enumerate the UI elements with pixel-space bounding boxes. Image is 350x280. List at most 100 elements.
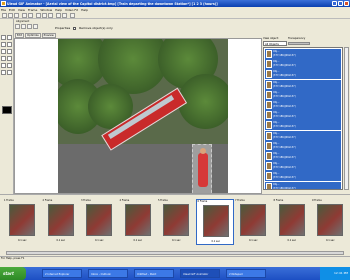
object-info: (377,186)(66x137) (273, 54, 296, 57)
transparency-slider[interactable] (288, 42, 310, 45)
taskbar-item[interactable]: 2 Internet Explorer (42, 269, 82, 278)
object-info: (377,186)(66x137) (273, 74, 296, 78)
object-list-item[interactable]: Obj... (377,186)(66x137) (265, 151, 341, 161)
object-thumbnail (266, 60, 272, 69)
object-info: (377,186)(66x137) (273, 105, 296, 108)
remove-object-checkbox[interactable] (73, 26, 77, 30)
object-list-item[interactable]: Obj... (377,186)(66x137) (265, 130, 341, 141)
object-list-item[interactable]: Obj... (377,186)(66x137) (265, 89, 341, 100)
object-list-item[interactable]: Obj... (377,186)(66x137) (265, 110, 341, 121)
frame-duration[interactable]: 0.1 sec (326, 239, 335, 242)
taskbar-item[interactable]: 2 Notepad (226, 269, 266, 278)
new-icon[interactable] (2, 13, 7, 18)
align-center-icon[interactable] (21, 24, 26, 29)
save-icon[interactable] (14, 13, 19, 18)
object-list-item[interactable]: Obj... (377,186)(66x137) (265, 49, 341, 59)
object-info: (377,186)(66x137) (273, 84, 296, 88)
cut-icon[interactable] (36, 13, 41, 18)
object-list[interactable]: Obj... (377,186)(66x137) Obj... (377,186)(6… (263, 47, 343, 190)
object-thumbnail (266, 111, 272, 120)
frame-thumbnail[interactable]: 2 Frame 0.1 sec (42, 199, 80, 245)
start-button[interactable]: start (0, 267, 26, 280)
text-tool-icon[interactable] (7, 56, 12, 61)
frame-thumbnail[interactable]: 9 Frame 0.1 sec (311, 199, 349, 245)
menu-edit[interactable]: Edit (9, 8, 15, 12)
taskbar-item[interactable]: Ulead GIF Animator (180, 269, 220, 278)
frame-label: 6 Frame (197, 200, 208, 203)
frame-duration[interactable]: 0.1 sec (288, 239, 297, 242)
menu-frame[interactable]: Frame (28, 8, 37, 12)
frame-image (202, 205, 229, 237)
align-top-icon[interactable] (33, 24, 38, 29)
object-list-item[interactable]: Obj... (377,186)(66x137) (265, 69, 341, 80)
taskbar-item[interactable]: Inbox - Outlook (88, 269, 128, 278)
frame-image (86, 204, 112, 236)
canvas-area[interactable] (14, 38, 262, 194)
lasso-icon[interactable] (1, 42, 6, 47)
frame-image (58, 39, 228, 193)
video-icon[interactable] (56, 13, 61, 18)
object-name: Obj... (273, 162, 280, 166)
frame-duration[interactable]: 0.1 sec (172, 239, 181, 242)
object-list-item[interactable]: Obj... (377,186)(66x137) (265, 140, 341, 151)
brush-icon[interactable] (1, 49, 6, 54)
properties-label[interactable]: Properties (55, 26, 70, 30)
redo-icon[interactable] (28, 13, 33, 18)
play-icon[interactable] (70, 13, 75, 18)
taskbar-item[interactable]: Untitled - Paint (134, 269, 174, 278)
frame-icon[interactable] (62, 13, 67, 18)
frame-thumbnail[interactable]: 4 Frame 0.1 sec (119, 199, 157, 245)
menu-help-2[interactable]: Help (81, 8, 88, 12)
frame-thumbnail[interactable]: 6 Frame 0.1 sec (195, 199, 234, 245)
hand-icon[interactable] (7, 63, 12, 68)
paste-icon[interactable] (48, 13, 53, 18)
align-right-icon[interactable] (27, 24, 32, 29)
menu-file[interactable]: File (1, 8, 6, 12)
frame-thumbnail[interactable]: 8 Frame 0.1 sec (273, 199, 311, 245)
minimize-button[interactable] (332, 1, 337, 6)
eraser-icon[interactable] (7, 49, 12, 54)
frame-thumbnail[interactable]: 5 Frame 0.1 sec (157, 199, 195, 245)
menu-help[interactable]: Help (55, 8, 62, 12)
frame-thumbnail[interactable]: 7 Frame 0.1 sec (234, 199, 272, 245)
align-left-icon[interactable] (15, 24, 20, 29)
object-list-item[interactable]: Obj... (377,186)(66x137) (265, 181, 341, 190)
frame-duration[interactable]: 0.1 sec (212, 240, 221, 243)
close-button[interactable] (344, 1, 349, 6)
object-list-item[interactable]: Obj... (377,186)(66x137) (265, 79, 341, 90)
color-swatch[interactable] (2, 106, 12, 114)
frame-duration[interactable]: 0.1 sec (249, 239, 258, 242)
object-list-item[interactable]: Obj... (377,186)(66x137) (265, 120, 341, 131)
marquee-icon[interactable] (7, 35, 12, 40)
object-list-item[interactable]: Obj... (377,186)(66x137) (265, 59, 341, 70)
copy-icon[interactable] (42, 13, 47, 18)
frame-duration[interactable]: 0.1 sec (18, 239, 27, 242)
magic-wand-icon[interactable] (7, 42, 12, 47)
object-info: (377,186)(66x137) (273, 186, 296, 190)
person-object[interactable] (198, 148, 208, 187)
frame-thumbnail[interactable]: 3 Frame 0.1 sec (80, 199, 118, 245)
maximize-button[interactable] (338, 1, 343, 6)
status-bar: For Help, press F1 (0, 256, 350, 266)
object-info: (377,186)(66x137) (273, 156, 296, 159)
zoom-icon[interactable] (1, 70, 6, 75)
crop-icon[interactable] (7, 70, 12, 75)
pointer-icon[interactable] (1, 35, 6, 40)
object-list-item[interactable]: Obj... (377,186)(66x137) (265, 100, 341, 110)
object-list-scrollbar[interactable] (344, 47, 349, 190)
open-icon[interactable] (8, 13, 13, 18)
menu-window[interactable]: Window (40, 8, 52, 12)
frame-duration[interactable]: 0.1 sec (57, 239, 66, 242)
eyedropper-icon[interactable] (1, 63, 6, 68)
object-list-item[interactable]: Obj... (377,186)(66x137) (265, 161, 341, 172)
menu-view[interactable]: View (18, 8, 25, 12)
frame-duration[interactable]: 0.1 sec (134, 239, 143, 242)
object-list-item[interactable]: Obj... (377,186)(66x137) (265, 171, 341, 182)
frame-scrollbar[interactable] (6, 251, 344, 255)
frame-thumbnail[interactable]: 1 Frame 0.1 sec (3, 199, 41, 245)
frame-duration[interactable]: 0.1 sec (95, 239, 104, 242)
view-object-select[interactable]: All Objects (263, 41, 287, 46)
fill-icon[interactable] (1, 56, 6, 61)
menu-video-fx[interactable]: Video FX (65, 8, 78, 12)
undo-icon[interactable] (22, 13, 27, 18)
